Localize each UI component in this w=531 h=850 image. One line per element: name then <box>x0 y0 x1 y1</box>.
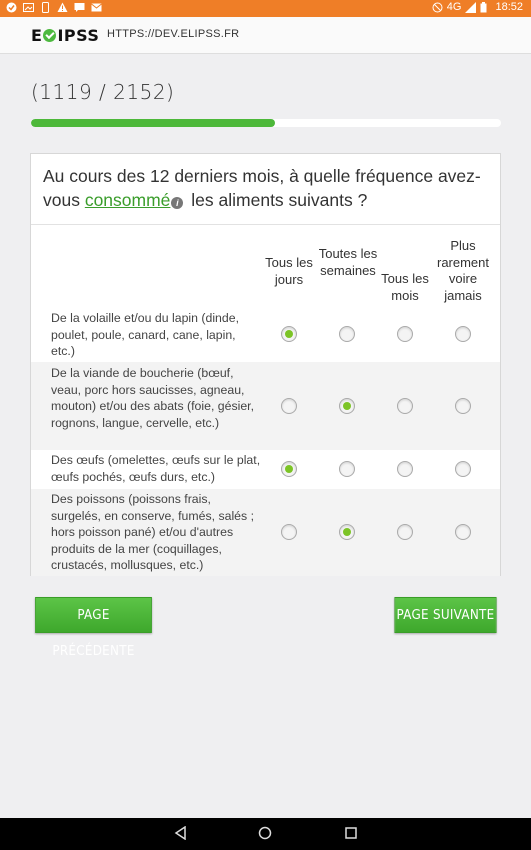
radio-rarely[interactable] <box>455 398 471 414</box>
radio-daily[interactable] <box>281 524 297 540</box>
radio-rarely[interactable] <box>455 461 471 477</box>
back-icon[interactable] <box>174 825 188 845</box>
radio-rarely[interactable] <box>455 524 471 540</box>
previous-page-button[interactable]: PAGE PRÉCÉDENTE <box>35 597 152 659</box>
android-nav-bar <box>0 818 531 850</box>
clock: 18:52 <box>495 1 523 13</box>
row-label: De la volaille et/ou du lapin (dinde, po… <box>51 311 239 359</box>
progress-fill <box>31 119 276 127</box>
elipss-logo[interactable]: E IPSS <box>31 26 99 45</box>
signal-icon <box>465 1 477 13</box>
email-icon <box>91 2 102 13</box>
radio-daily[interactable] <box>281 326 297 342</box>
radio-weekly[interactable] <box>339 524 355 540</box>
row-label: Des œufs (omelettes, œufs sur le plat, œ… <box>51 453 261 484</box>
app-header: E IPSS HTTPS://DEV.ELIPSS.FR <box>0 17 531 54</box>
radio-daily[interactable] <box>281 398 297 414</box>
next-page-button[interactable]: PAGE SUIVANTE <box>394 597 497 633</box>
radio-weekly[interactable] <box>339 398 355 414</box>
radio-weekly[interactable] <box>339 461 355 477</box>
divider <box>31 224 500 225</box>
consumed-link[interactable]: consommé <box>85 190 171 210</box>
row-label: Des poissons (poissons frais, surgelés, … <box>51 492 254 573</box>
do-not-disturb-icon <box>432 2 443 13</box>
question-text: Au cours des 12 derniers mois, à quelle … <box>43 164 493 212</box>
warning-icon <box>57 2 68 13</box>
table-row: De la viande de boucherie (bœuf, veau, p… <box>31 362 500 450</box>
phone-icon <box>40 2 51 13</box>
row-label: De la viande de boucherie (bœuf, veau, p… <box>51 366 255 430</box>
table-row: Des œufs (omelettes, œufs sur le plat, œ… <box>31 450 500 489</box>
recents-icon[interactable] <box>344 826 358 845</box>
question-counter: (1119 / 2152) <box>31 80 175 104</box>
info-icon[interactable]: i <box>171 197 184 209</box>
progress-bar <box>31 119 501 127</box>
table-row: De la volaille et/ou du lapin (dinde, po… <box>31 307 500 362</box>
column-header-monthly: Tous les mois <box>377 271 433 304</box>
question-text-after: les aliments suivants ? <box>186 190 368 210</box>
question-card: Au cours des 12 derniers mois, à quelle … <box>30 153 501 576</box>
radio-monthly[interactable] <box>397 461 413 477</box>
radio-monthly[interactable] <box>397 326 413 342</box>
status-bar: 4G 18:52 <box>0 0 531 17</box>
site-domain: HTTPS://DEV.ELIPSS.FR <box>107 28 240 40</box>
home-icon[interactable] <box>258 826 272 845</box>
column-header-weekly: Toutes les semaines <box>318 246 378 278</box>
radio-daily[interactable] <box>281 461 297 477</box>
check-circle-icon <box>6 2 17 13</box>
notification-icons <box>6 2 102 13</box>
image-icon <box>23 2 34 13</box>
table-row: Des poissons (poissons frais, surgelés, … <box>31 489 500 576</box>
radio-rarely[interactable] <box>455 326 471 342</box>
network-type: 4G <box>446 1 462 13</box>
radio-weekly[interactable] <box>339 326 355 342</box>
logo-text-right: IPSS <box>57 26 100 45</box>
message-icon <box>74 2 85 13</box>
column-header-daily: Tous les jours <box>265 255 313 287</box>
logo-check-icon <box>43 29 57 42</box>
radio-monthly[interactable] <box>397 398 413 414</box>
column-header-rarely: Plus rarement voire jamais <box>436 238 490 303</box>
column-header-monthly-label: Tous les mois <box>381 271 429 303</box>
system-indicators: 4G 18:52 <box>432 1 523 13</box>
battery-icon <box>480 1 491 13</box>
logo-text-left: E <box>31 26 43 45</box>
radio-monthly[interactable] <box>397 524 413 540</box>
